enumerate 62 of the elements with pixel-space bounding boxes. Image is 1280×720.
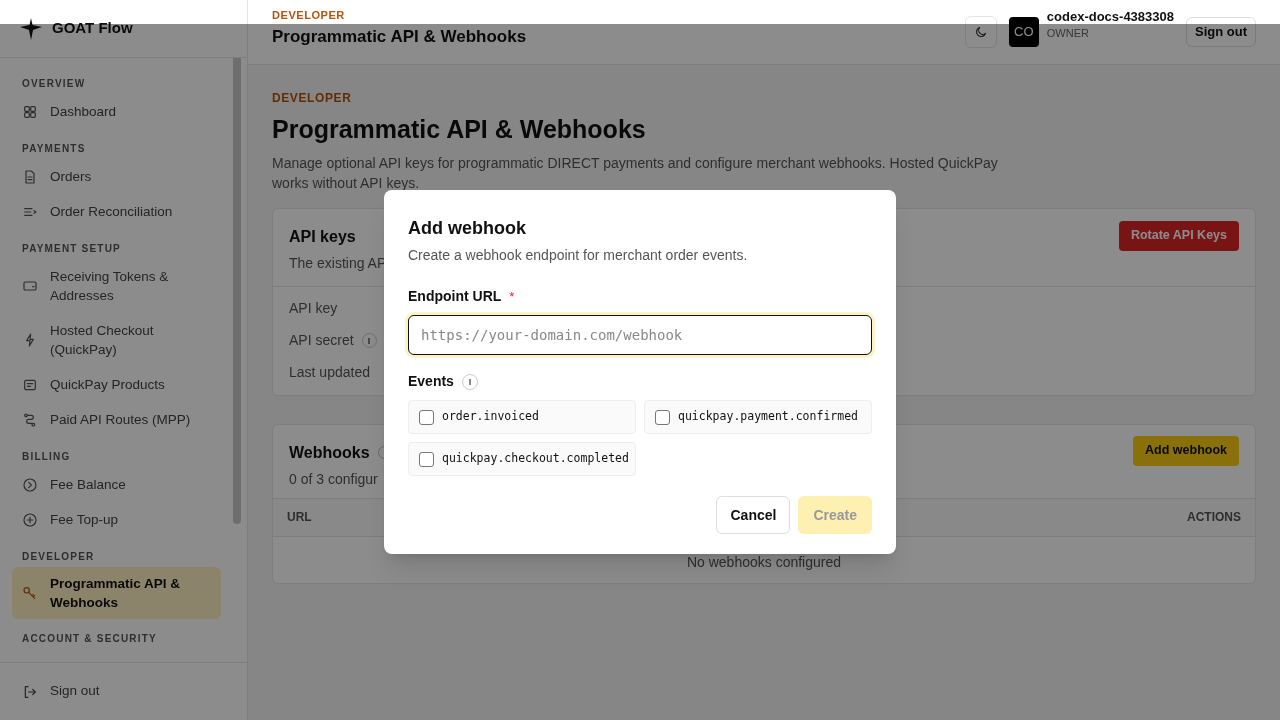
field-label: API secret bbox=[289, 331, 354, 350]
endpoint-url-field[interactable]: https://your-domain.com/webhook bbox=[408, 315, 872, 355]
sidebar-item[interactable]: Receiving Tokens & Addresses bbox=[12, 259, 221, 313]
sidebar-item[interactable]: Programmatic API & Webhooks bbox=[12, 567, 221, 619]
sidebar-item[interactable]: Orders bbox=[12, 159, 221, 194]
section-heading: PAYMENT SETUP bbox=[21, 242, 122, 256]
dialog-title: Add webhook bbox=[408, 217, 527, 240]
grid-icon bbox=[22, 103, 38, 120]
sidebar-item[interactable]: Hosted Checkout (QuickPay) bbox=[12, 313, 221, 367]
cancel-button[interactable]: Cancel bbox=[716, 496, 791, 534]
brand-name: GOAT Flow bbox=[52, 18, 133, 39]
section-heading: ACCOUNT & SECURITY bbox=[21, 632, 158, 646]
user-role: OWNER bbox=[1046, 26, 1090, 41]
document-icon bbox=[22, 168, 38, 185]
section-heading: OVERVIEW bbox=[21, 77, 87, 91]
moon-icon bbox=[973, 25, 988, 39]
column-header: ACTIONS bbox=[1187, 509, 1241, 526]
section-heading: DEVELOPER bbox=[21, 550, 96, 564]
empty-state-text: No webhooks configured bbox=[686, 553, 842, 572]
route-icon bbox=[22, 411, 38, 428]
theme-toggle-button[interactable] bbox=[964, 16, 997, 48]
event-option[interactable]: quickpay.payment.confirmed bbox=[644, 400, 872, 434]
header-eyebrow: DEVELOPER bbox=[272, 8, 346, 23]
key-icon bbox=[22, 585, 38, 601]
dialog-description: Create a webhook endpoint for merchant order events. bbox=[408, 246, 749, 265]
card-title: Webhooks bbox=[289, 442, 370, 463]
coin-icon bbox=[22, 476, 38, 493]
required-mark: * bbox=[509, 287, 515, 306]
checkbox[interactable] bbox=[419, 451, 434, 467]
card-title: API keys bbox=[289, 226, 356, 247]
page-eyebrow: DEVELOPER bbox=[272, 90, 353, 107]
card-description: 0 of 3 configur bbox=[289, 469, 378, 489]
plus-circle-icon bbox=[22, 511, 38, 528]
avatar: CO bbox=[1008, 17, 1039, 47]
page-description: Manage optional API keys for programmatic DIRECT payments and configure merchant webhooks. Hosted QuickPay works without API keys. bbox=[272, 153, 999, 193]
field-label: Endpoint URL bbox=[408, 287, 502, 306]
card-icon bbox=[22, 278, 38, 294]
sign-out-icon bbox=[22, 683, 38, 700]
checkbox[interactable] bbox=[419, 409, 434, 425]
page-title: Programmatic API & Webhooks bbox=[272, 114, 647, 145]
scrollbar[interactable] bbox=[233, 58, 241, 524]
sidebar-item[interactable]: Paid API Routes (MPP) bbox=[12, 402, 221, 437]
section-heading: PAYMENTS bbox=[21, 142, 87, 156]
event-option[interactable]: order.invoiced bbox=[408, 400, 636, 434]
field-label: Events bbox=[408, 372, 454, 391]
section-heading: BILLING bbox=[21, 450, 72, 464]
sidebar-item[interactable]: Order Reconciliation bbox=[12, 194, 221, 229]
sidebar-item[interactable]: Dashboard bbox=[12, 94, 221, 129]
checkbox[interactable] bbox=[655, 409, 670, 425]
event-option[interactable]: quickpay.checkout.completed bbox=[408, 442, 636, 476]
field-label: API key bbox=[289, 299, 338, 318]
sign-out-button[interactable]: Sign out bbox=[1186, 17, 1256, 47]
header-title: Programmatic API & Webhooks bbox=[272, 25, 528, 48]
column-header: URL bbox=[287, 509, 312, 526]
rotate-keys-button[interactable]: Rotate API Keys bbox=[1118, 220, 1239, 251]
sidebar-item[interactable]: QuickPay Products bbox=[12, 367, 221, 402]
sidebar-item[interactable]: Fee Balance bbox=[12, 467, 221, 502]
field-label: Last updated bbox=[289, 363, 370, 382]
user-name: codex-docs-4383308 bbox=[1046, 9, 1174, 25]
sidebar-item[interactable]: Fee Top-up bbox=[12, 502, 221, 537]
sign-out-link[interactable]: Sign out bbox=[22, 681, 100, 702]
add-webhook-button[interactable]: Add webhook bbox=[1133, 435, 1239, 466]
